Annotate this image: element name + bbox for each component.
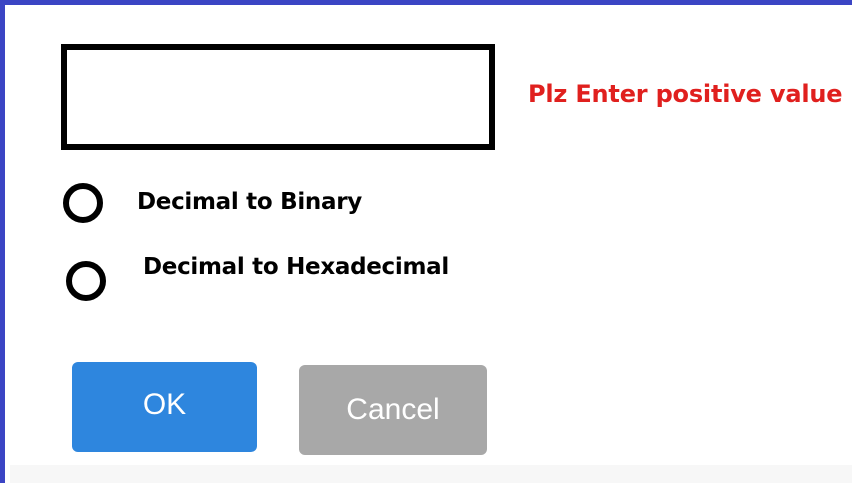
number-input[interactable] <box>61 44 495 150</box>
cancel-button[interactable]: Cancel <box>299 365 487 455</box>
radio-label-decimal-to-binary: Decimal to Binary <box>137 189 362 215</box>
footer-shade <box>10 465 852 483</box>
radio-decimal-to-hexadecimal[interactable] <box>66 261 106 301</box>
radio-decimal-to-binary[interactable] <box>63 183 103 223</box>
ok-button[interactable]: OK <box>72 362 257 452</box>
radio-label-decimal-to-hexadecimal: Decimal to Hexadecimal <box>143 254 449 280</box>
validation-error-message: Plz Enter positive value <box>528 80 843 108</box>
